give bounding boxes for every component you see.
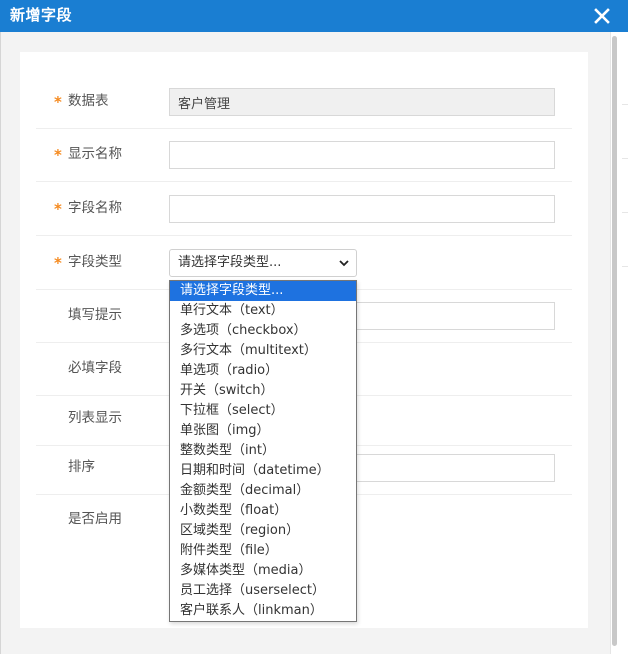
form-row-table: * 数据表 — [36, 76, 572, 129]
dropdown-option[interactable]: 员工选择（userselect） — [170, 581, 356, 601]
field-label: 排序 — [68, 459, 95, 475]
field-label: 是否启用 — [68, 511, 122, 527]
dropdown-option[interactable]: 客户联系人（linkman） — [170, 601, 356, 621]
chevron-down-icon — [339, 260, 349, 267]
dropdown-option[interactable]: 区域类型（region） — [170, 521, 356, 541]
field-name-input[interactable] — [169, 195, 555, 223]
dropdown-option[interactable]: 单张图（img） — [170, 421, 356, 441]
dropdown-option[interactable]: 单选项（radio） — [170, 361, 356, 381]
field-label: 字段名称 — [68, 200, 122, 216]
close-icon[interactable] — [590, 4, 614, 28]
background-divider — [622, 104, 628, 105]
field-label: 填写提示 — [68, 307, 122, 323]
dialog-title: 新增字段 — [10, 6, 73, 24]
field-type-dropdown: 请选择字段类型... 单行文本（text） 多选项（checkbox） 多行文本… — [169, 280, 357, 622]
form-row-display-name: * 显示名称 — [36, 129, 572, 182]
form-row-field-name: * 字段名称 — [36, 183, 572, 236]
dropdown-option[interactable]: 附件类型（file） — [170, 541, 356, 561]
scrollbar-thumb[interactable] — [612, 36, 617, 646]
table-field[interactable] — [169, 88, 555, 116]
dropdown-option[interactable]: 下拉框（select） — [170, 401, 356, 421]
required-star: * — [54, 93, 62, 111]
background-divider — [622, 158, 628, 159]
background-divider — [622, 212, 628, 213]
dropdown-option[interactable]: 请选择字段类型... — [170, 281, 356, 301]
dropdown-option[interactable]: 小数类型（float） — [170, 501, 356, 521]
field-label: 必填字段 — [68, 360, 122, 376]
dropdown-option[interactable]: 整数类型（int） — [170, 441, 356, 461]
dropdown-option[interactable]: 多选项（checkbox） — [170, 321, 356, 341]
dropdown-option[interactable]: 多媒体类型（media） — [170, 561, 356, 581]
field-type-selected-value: 请选择字段类型... — [178, 255, 282, 270]
background-divider — [622, 266, 628, 267]
required-star: * — [54, 200, 62, 218]
dropdown-option[interactable]: 开关（switch） — [170, 381, 356, 401]
required-star: * — [54, 146, 62, 164]
display-name-input[interactable] — [169, 141, 555, 169]
field-label: 数据表 — [68, 93, 109, 109]
dropdown-option[interactable]: 单行文本（text） — [170, 301, 356, 321]
field-label: 列表显示 — [68, 410, 122, 426]
dialog-titlebar: 新增字段 — [0, 0, 628, 32]
dropdown-option[interactable]: 金额类型（decimal） — [170, 481, 356, 501]
required-star: * — [54, 254, 62, 272]
dropdown-option[interactable]: 日期和时间（datetime） — [170, 461, 356, 481]
field-label: 字段类型 — [68, 254, 122, 270]
dropdown-option[interactable]: 多行文本（multitext） — [170, 341, 356, 361]
field-type-select[interactable]: 请选择字段类型... — [169, 249, 357, 277]
field-label: 显示名称 — [68, 146, 122, 162]
